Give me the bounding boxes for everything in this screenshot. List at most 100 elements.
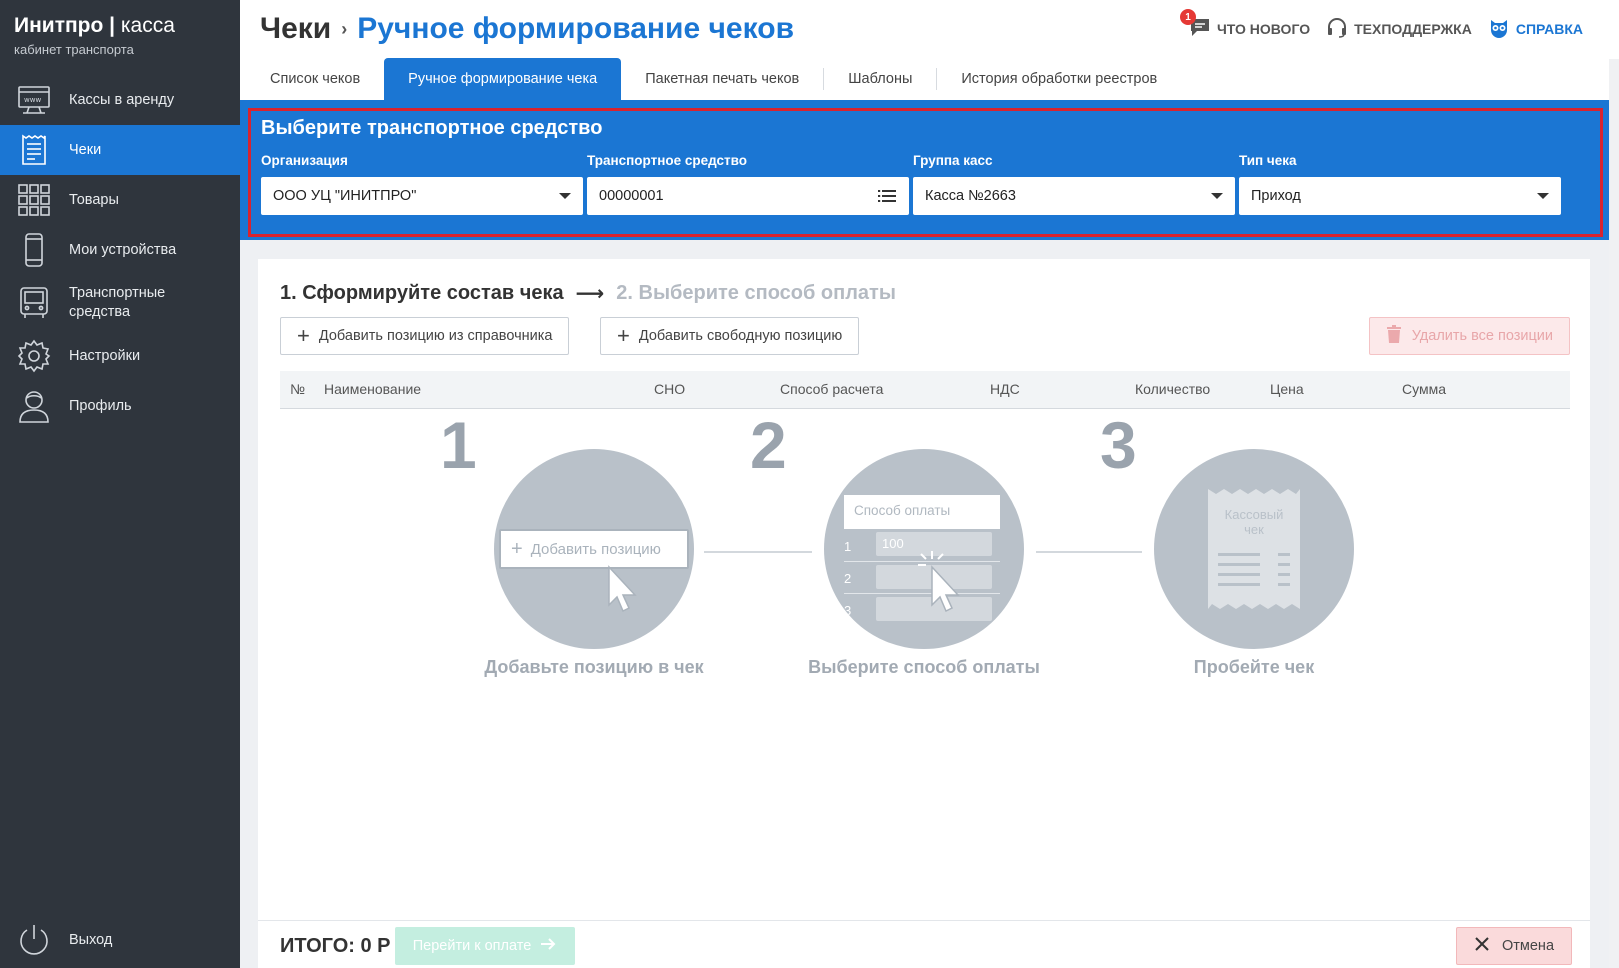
breadcrumb-root[interactable]: Чеки	[260, 12, 331, 46]
tab-batch-print[interactable]: Пакетная печать чеков	[621, 58, 823, 100]
column-sum: Сумма	[1402, 381, 1446, 397]
sidebar-item-label: Транспортные средства	[69, 285, 166, 320]
vehicle-input[interactable]: 00000001	[587, 177, 909, 215]
receipt-icon	[1208, 489, 1300, 609]
scrollbar[interactable]	[1609, 59, 1619, 968]
bus-icon	[16, 285, 52, 321]
exit-label: Выход	[69, 931, 113, 948]
group-select[interactable]: Касса №2663	[913, 177, 1235, 215]
sidebar-item-label: Чеки	[69, 141, 102, 158]
vehicle-label: Транспортное средство	[587, 153, 748, 168]
org-value: ООО УЦ "ИНИТПРО"	[273, 188, 417, 204]
close-icon	[1474, 936, 1502, 956]
group-label: Группа касс	[913, 153, 993, 168]
total-amount: ИТОГО: 0 Р	[280, 935, 391, 957]
breadcrumb-separator-icon: ›	[341, 18, 348, 39]
chat-icon: 1	[1179, 9, 1217, 41]
sidebar-item-settings[interactable]: Настройки	[0, 331, 240, 381]
tab-receipt-list[interactable]: Список чеков	[246, 58, 384, 100]
logo-brand: Инитпро	[14, 14, 104, 37]
help-label: Справка	[1515, 20, 1583, 37]
power-icon	[16, 922, 52, 958]
cancel-label: Отмена	[1501, 938, 1555, 954]
column-name: Наименование	[324, 381, 422, 397]
group-value: Касса №2663	[925, 188, 1016, 204]
sidebar-item-devices[interactable]: Мои устройства	[0, 225, 240, 275]
cancel-button[interactable]: Отмена	[1456, 927, 1572, 965]
owl-icon	[1488, 16, 1516, 41]
breadcrumb: Чеки › Ручное формирование чеков	[260, 12, 794, 46]
vehicle-highlight-frame: Выберите транспортное средство Организац…	[248, 108, 1603, 237]
headset-icon	[1326, 16, 1354, 41]
tab-registry-history[interactable]: История обработки реестров	[937, 58, 1181, 100]
org-field: Организация ООО УЦ "ИНИТПРО"	[261, 153, 583, 215]
logo-subtitle: кабинет транспорта	[14, 42, 134, 57]
type-field: Тип чека Приход	[1239, 153, 1561, 215]
illustration-caption-payment: Выберите способ оплаты	[808, 657, 1040, 677]
sidebar-item-label: Настройки	[69, 347, 141, 364]
support-link[interactable]: Техподдержка	[1326, 16, 1472, 41]
add-free-position-button[interactable]: + Добавить свободную позицию	[600, 317, 860, 355]
gear-icon	[16, 338, 52, 374]
delete-all-label: Удалить все позиции	[1411, 328, 1553, 344]
sidebar-item-receipts[interactable]: Чеки	[0, 125, 240, 175]
column-number: №	[290, 381, 306, 397]
illustration-payment-header: Способ оплаты	[844, 495, 1000, 529]
step-compose: 1. Сформируйте состав чека	[280, 282, 564, 304]
sidebar-item-goods[interactable]: Товары	[0, 175, 240, 225]
illustration-circle-print: Кассовый чек	[1154, 449, 1354, 649]
illustration-step-number: 2	[750, 408, 787, 482]
cursor-click-icon	[918, 551, 960, 613]
user-icon	[16, 388, 52, 424]
whats-new-label: Что нового	[1216, 20, 1311, 37]
type-label: Тип чека	[1239, 153, 1297, 168]
whats-new-link[interactable]: 1 Что нового	[1179, 9, 1311, 41]
sidebar-nav: www Кассы в аренду Чеки Товары Мои устро…	[0, 75, 240, 431]
header-links: 1 Что нового Техподдержка Справка	[1173, 9, 1583, 41]
add-from-catalog-button[interactable]: + Добавить позицию из справочника	[280, 317, 570, 355]
illustration-row-number: 1	[844, 539, 852, 554]
exit-button[interactable]: Выход	[16, 920, 189, 960]
cursor-click-icon	[595, 551, 637, 613]
type-select[interactable]: Приход	[1239, 177, 1561, 215]
trash-icon	[1386, 325, 1412, 347]
vehicle-panel-title: Выберите транспортное средство	[261, 117, 603, 139]
list-icon[interactable]	[877, 186, 897, 206]
org-select[interactable]: ООО УЦ "ИНИТПРО"	[261, 177, 583, 215]
sidebar-item-profile[interactable]: Профиль	[0, 381, 240, 431]
column-vat: НДС	[990, 381, 1020, 397]
logo-product: касса	[120, 14, 175, 37]
step-payment: 2. Выберите способ оплаты	[616, 282, 896, 304]
delete-all-button[interactable]: Удалить все позиции	[1368, 317, 1570, 355]
sidebar-item-vehicles[interactable]: Транспортные средства	[0, 275, 240, 331]
receipt-icon	[16, 132, 52, 168]
receipt-card: 1. Сформируйте состав чека ⟶ 2. Выберите…	[258, 259, 1590, 968]
column-quantity: Количество	[1135, 381, 1211, 397]
sidebar-item-label: Профиль	[69, 397, 132, 414]
sidebar-item-rent[interactable]: www Кассы в аренду	[0, 75, 240, 125]
caret-down-icon	[1537, 193, 1549, 199]
svg-text:www: www	[24, 96, 41, 104]
illustration-row-number: 2	[844, 571, 852, 586]
illustration-connector	[704, 551, 812, 553]
illustration-connector	[1036, 551, 1142, 553]
sidebar-item-label: Товары	[69, 191, 119, 208]
tab-templates[interactable]: Шаблоны	[824, 58, 936, 100]
sidebar-item-label: Мои устройства	[69, 241, 177, 258]
vehicle-panel: Выберите транспортное средство Организац…	[240, 100, 1609, 240]
notification-badge: 1	[1179, 9, 1196, 25]
positions-table-header: № Наименование СНО Способ расчета НДС Ко…	[280, 371, 1570, 409]
add-from-catalog-label: Добавить позицию из справочника	[318, 328, 553, 344]
go-to-payment-button[interactable]: Перейти к оплате	[395, 927, 575, 965]
go-to-payment-label: Перейти к оплате	[412, 938, 532, 954]
tab-manual-receipt[interactable]: Ручное формирование чека	[384, 58, 622, 100]
logo: Инитпро | касса кабинет транспорта	[14, 14, 175, 57]
plus-icon: +	[617, 323, 630, 348]
illustration-receipt-label: Кассовый чек	[1224, 507, 1284, 537]
group-field: Группа касс Касса №2663	[913, 153, 1235, 215]
help-link[interactable]: Справка	[1488, 16, 1583, 41]
page-title: Ручное формирование чеков	[357, 12, 795, 45]
illustration-step-number: 3	[1100, 408, 1137, 482]
illustration-circle-payment: Способ оплаты 1 100 2 3	[824, 449, 1024, 649]
illustration-caption-add: Добавьте позицию в чек	[484, 657, 704, 677]
